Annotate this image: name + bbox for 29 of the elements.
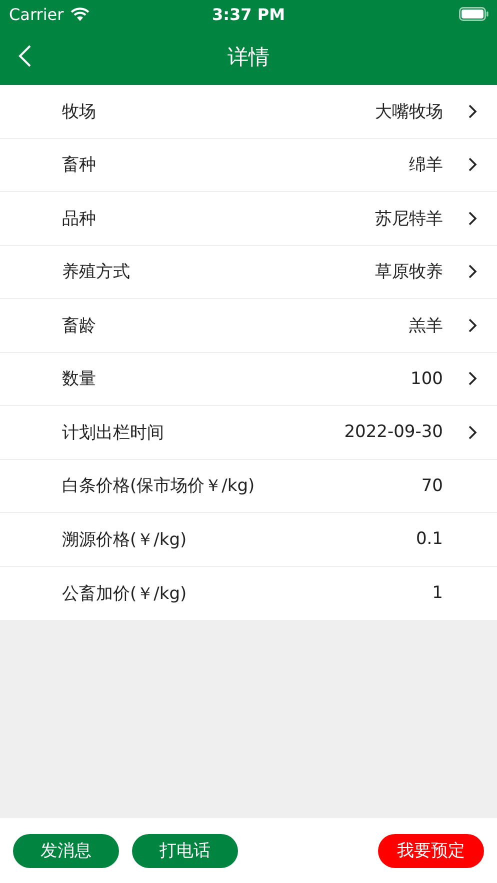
field-label: 计划出栏时间 [62, 422, 165, 444]
action-button[interactable]: 我要预定 [378, 834, 484, 868]
page-title: 详情 [228, 44, 270, 70]
back-icon [18, 44, 32, 68]
field-value: 100 [410, 368, 443, 389]
field-label: 白条价格(保市场价￥/kg) [62, 475, 256, 498]
field-value: 苏尼特羊 [375, 208, 443, 230]
field-label: 牧场 [62, 100, 97, 123]
field-label: 公畜加价(￥/kg) [62, 582, 188, 605]
carrier-label: Carrier [9, 4, 64, 24]
field-value: 1 [432, 583, 443, 604]
field-label: 品种 [62, 208, 97, 230]
field-value: 草原牧养 [375, 261, 443, 284]
field-value: 大嘴牧场 [375, 100, 443, 123]
field-value: 2022-09-30 [344, 422, 443, 442]
field-value: 70 [421, 476, 443, 496]
field-value: 0.1 [416, 529, 443, 550]
field-label: 畜种 [62, 154, 97, 176]
clock-time: 3:37 PM [212, 4, 285, 24]
action-button[interactable]: 发消息 [13, 834, 119, 868]
action-button[interactable]: 打电话 [132, 834, 238, 868]
field-value: 羔羊 [409, 314, 443, 337]
field-value: 绵羊 [409, 154, 443, 176]
field-label: 数量 [62, 368, 97, 390]
field-label: 溯源价格(￥/kg) [62, 528, 188, 551]
field-label: 畜龄 [62, 314, 97, 337]
battery-icon [459, 7, 489, 21]
wifi-icon [70, 6, 90, 22]
field-label: 养殖方式 [62, 261, 131, 284]
